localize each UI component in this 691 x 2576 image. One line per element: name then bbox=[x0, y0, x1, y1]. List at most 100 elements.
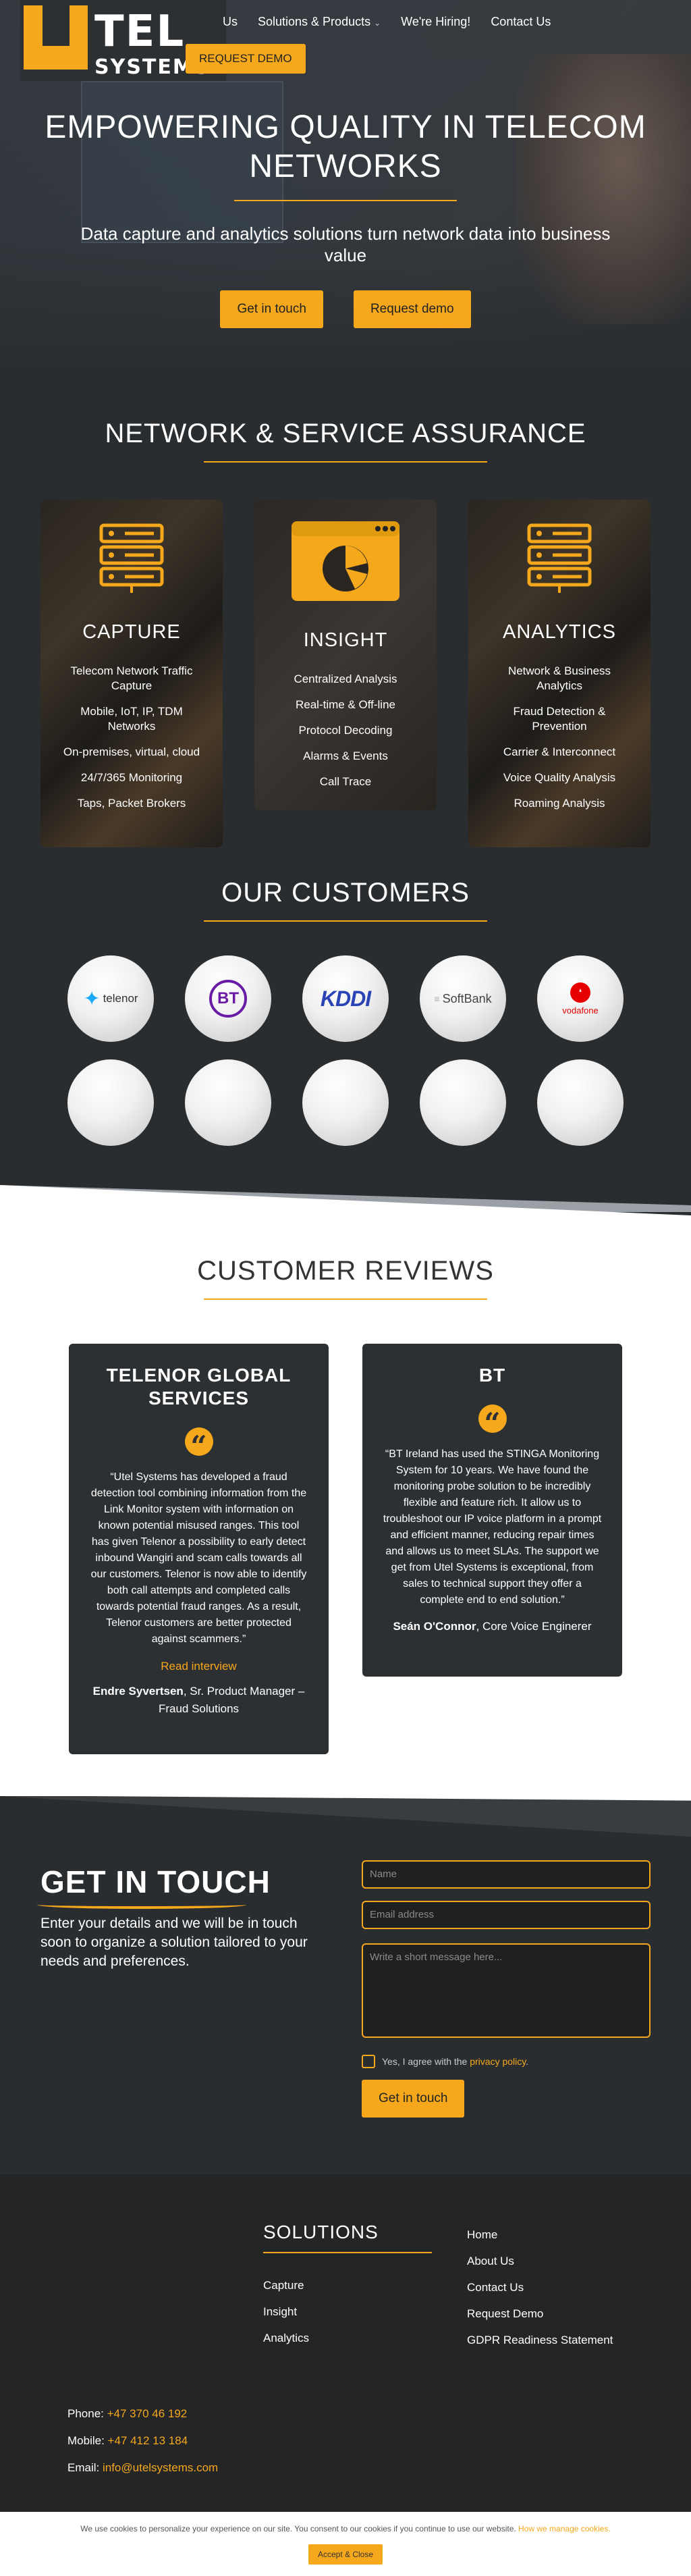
footer-link-home[interactable]: Home bbox=[467, 2222, 613, 2248]
section-divider-shadow bbox=[0, 1796, 691, 1837]
customers-section: OUR CUSTOMERS ✦ telenor BT KDDI ≡ SoftBa… bbox=[0, 878, 691, 1215]
review-quote: “Utel Systems has developed a fraud dete… bbox=[90, 1471, 307, 1645]
footer-link-request-demo[interactable]: Request Demo bbox=[467, 2301, 613, 2327]
menu-item-contact[interactable]: Contact Us bbox=[491, 15, 551, 29]
kddi-label: KDDI bbox=[320, 986, 371, 1011]
service-card-analytics[interactable]: ANALYTICS Network & Business Analytics F… bbox=[468, 500, 651, 847]
quote-icon: “ bbox=[184, 1427, 213, 1463]
request-demo-nav-button[interactable]: REQUEST DEMO bbox=[186, 44, 306, 74]
customer-logo-bt: BT bbox=[185, 955, 271, 1042]
review-card-telenor: TELENOR GLOBAL SERVICES “ “Utel Systems … bbox=[69, 1344, 329, 1754]
footer-contact-info: Phone: +47 370 46 192 Mobile: +47 412 13… bbox=[67, 2400, 218, 2481]
email-row: Email: info@utelsystems.com bbox=[67, 2454, 218, 2481]
bt-label: BT bbox=[209, 980, 247, 1018]
mobile-link[interactable]: +47 412 13 184 bbox=[108, 2434, 188, 2447]
hero-title: EMPOWERING QUALITY IN TELECOM NETWORKS bbox=[45, 109, 646, 184]
email-link[interactable]: info@utelsystems.com bbox=[103, 2461, 218, 2474]
review-author: Endre Syvertsen, Sr. Product Manager – F… bbox=[89, 1683, 308, 1718]
footer-link-analytics[interactable]: Analytics bbox=[263, 2325, 309, 2351]
vodafone-icon: ❛ bbox=[570, 982, 590, 1003]
accept-cookies-button[interactable]: Accept & Close bbox=[308, 2544, 383, 2565]
footer-link-capture[interactable]: Capture bbox=[263, 2272, 309, 2298]
read-interview-link[interactable]: Read interview bbox=[89, 1660, 308, 1673]
customer-logo-softbank: ≡ SoftBank bbox=[420, 955, 506, 1042]
privacy-policy-link[interactable]: privacy policy bbox=[470, 2056, 526, 2067]
service-item: Alarms & Events bbox=[303, 750, 388, 762]
customer-logo-telenor: ✦ telenor bbox=[67, 955, 154, 1042]
mobile-row: Mobile: +47 412 13 184 bbox=[67, 2427, 218, 2454]
service-item: Taps, Packet Brokers bbox=[77, 797, 186, 810]
customers-divider bbox=[204, 920, 487, 922]
review-card-bt: BT “ “BT Ireland has used the STINGA Mon… bbox=[362, 1344, 622, 1677]
privacy-suffix: . bbox=[526, 2056, 529, 2067]
menu-item-solutions[interactable]: Solutions & Products ⌄ bbox=[258, 15, 381, 29]
logo-text-tel: TEL bbox=[94, 7, 186, 57]
submit-button[interactable]: Get in touch bbox=[362, 2080, 465, 2118]
service-item: Real-time & Off-line bbox=[295, 698, 395, 711]
service-card-capture[interactable]: CAPTURE Telecom Network Traffic Capture … bbox=[40, 500, 223, 847]
service-card-title: INSIGHT bbox=[303, 629, 388, 651]
footer-link-about[interactable]: About Us bbox=[467, 2248, 613, 2274]
dashboard-icon bbox=[292, 521, 399, 601]
server-icon bbox=[99, 523, 164, 593]
contact-text: Enter your details and we will be in tou… bbox=[40, 1916, 308, 1969]
request-demo-button[interactable]: Request demo bbox=[353, 290, 471, 328]
email-label: Email: bbox=[67, 2461, 103, 2474]
footer-solutions-list: Capture Insight Analytics bbox=[263, 2272, 309, 2351]
cookie-banner: We use cookies to personalize your exper… bbox=[0, 2512, 691, 2576]
menu-item-hiring[interactable]: We're Hiring! bbox=[401, 15, 470, 29]
reviews-title: CUSTOMER REVIEWS bbox=[197, 1256, 494, 1286]
message-field[interactable]: Write a short message here... bbox=[362, 1943, 651, 2038]
phone-label: Phone: bbox=[67, 2407, 107, 2420]
service-card-title: ANALYTICS bbox=[502, 621, 616, 643]
services-divider bbox=[204, 461, 487, 463]
footer-solutions-divider bbox=[263, 2252, 432, 2253]
author-name: Endre Syvertsen bbox=[92, 1685, 184, 1698]
get-in-touch-button[interactable]: Get in touch bbox=[220, 290, 323, 328]
softbank-icon: ≡ bbox=[434, 993, 440, 1004]
review-quote: “BT Ireland has used the STINGA Monitori… bbox=[383, 1448, 602, 1606]
service-item: Network & Business Analytics bbox=[507, 664, 611, 692]
server-icon bbox=[527, 523, 592, 593]
service-item: Centralized Analysis bbox=[294, 673, 397, 685]
service-item: On-premises, virtual, cloud bbox=[63, 745, 200, 758]
customer-logo-placeholder bbox=[67, 1059, 154, 1146]
contact-title: GET IN TOUCH bbox=[40, 1864, 271, 1899]
service-item: Mobile, IoT, IP, TDM Networks bbox=[80, 705, 183, 733]
services-title: NETWORK & SERVICE ASSURANCE bbox=[105, 419, 586, 448]
vodafone-label: vodafone bbox=[562, 1005, 599, 1016]
mobile-label: Mobile: bbox=[67, 2434, 108, 2447]
privacy-prefix: Yes, I agree with the bbox=[382, 2056, 470, 2067]
privacy-checkbox[interactable] bbox=[362, 2055, 375, 2068]
services-section: NETWORK & SERVICE ASSURANCE CAPTURE Tele… bbox=[0, 371, 691, 878]
service-item: Call Trace bbox=[319, 775, 372, 788]
phone-link[interactable]: +47 370 46 192 bbox=[107, 2407, 188, 2420]
footer-link-gdpr[interactable]: GDPR Readiness Statement bbox=[467, 2327, 613, 2353]
contact-section: GET IN TOUCH Enter your details and we w… bbox=[0, 1795, 691, 2174]
name-field[interactable]: Name bbox=[362, 1860, 651, 1889]
menu-item-solutions-label: Solutions & Products bbox=[258, 15, 371, 28]
top-navigation: TEL SYSTEMS Us Solutions & Products ⌄ We… bbox=[0, 0, 691, 81]
hero-bg-person bbox=[516, 54, 691, 324]
privacy-text: Yes, I agree with the privacy policy. bbox=[382, 2056, 528, 2067]
service-card-title: CAPTURE bbox=[82, 621, 181, 643]
service-card-insight[interactable]: INSIGHT Centralized Analysis Real-time &… bbox=[254, 500, 437, 810]
main-menu: Us Solutions & Products ⌄ We're Hiring! … bbox=[223, 15, 551, 29]
service-item: Voice Quality Analysis bbox=[503, 771, 616, 784]
contact-title-underline bbox=[37, 1901, 246, 1909]
review-company: TELENOR GLOBAL SERVICES bbox=[106, 1365, 292, 1409]
customer-logo-kddi: KDDI bbox=[302, 955, 389, 1042]
telenor-label: telenor bbox=[103, 992, 138, 1005]
footer-solutions-title: SOLUTIONS bbox=[263, 2222, 379, 2242]
customer-logo-placeholder bbox=[185, 1059, 271, 1146]
email-field[interactable]: Email address bbox=[362, 1901, 651, 1929]
hero-divider bbox=[234, 200, 457, 201]
footer-link-insight[interactable]: Insight bbox=[263, 2298, 309, 2325]
footer-link-contact[interactable]: Contact Us bbox=[467, 2274, 613, 2301]
chevron-down-icon: ⌄ bbox=[374, 18, 381, 28]
menu-item-about[interactable]: Us bbox=[223, 15, 238, 29]
service-item: Roaming Analysis bbox=[514, 797, 605, 810]
customer-logo-placeholder bbox=[420, 1059, 506, 1146]
service-item: Protocol Decoding bbox=[298, 724, 393, 737]
footer: SOLUTIONS Capture Insight Analytics Home… bbox=[0, 2174, 691, 2512]
